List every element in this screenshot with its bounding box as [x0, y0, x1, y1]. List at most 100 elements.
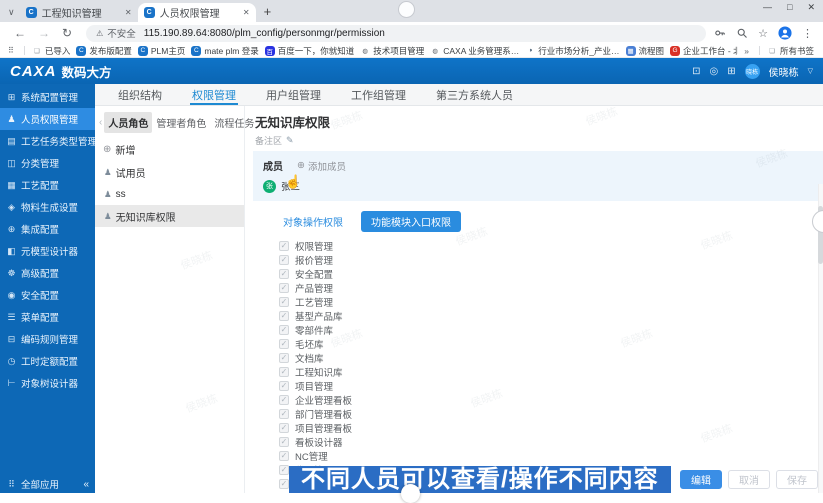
- remark-label: 备注区: [255, 134, 282, 147]
- all-apps-label[interactable]: 全部应用: [21, 477, 59, 491]
- bookmark-item[interactable]: ◍ 技术项目管理: [360, 45, 424, 57]
- checkbox-checked-disabled[interactable]: ✓: [279, 339, 289, 349]
- tab-close-icon[interactable]: ✕: [125, 8, 132, 17]
- role-subtab[interactable]: 管理者角色: [152, 112, 210, 133]
- sidebar-item[interactable]: ◷ 工时定额配置: [0, 350, 95, 372]
- footer-button[interactable]: 取消: [728, 470, 770, 489]
- sidebar-item[interactable]: ◉ 安全配置: [0, 284, 95, 306]
- role-list-item[interactable]: ♟ 试用员: [95, 161, 244, 183]
- help-icon[interactable]: ◎: [709, 66, 718, 77]
- tab-close-icon[interactable]: ✕: [243, 8, 250, 17]
- check-icon: ✓: [281, 466, 288, 474]
- add-app-icon[interactable]: ⊞: [727, 66, 735, 77]
- sidebar-item[interactable]: ♟ 人员权限管理: [0, 108, 95, 130]
- bookmark-item[interactable]: C 发布版配置: [76, 45, 132, 57]
- checkbox-checked-disabled[interactable]: ✓: [279, 311, 289, 321]
- sidebar-item[interactable]: ☰ 菜单配置: [0, 306, 95, 328]
- sidebar-item-label: 编码规则管理: [21, 332, 78, 346]
- sidebar-item[interactable]: ⊞ 系统配置管理: [0, 86, 95, 108]
- checkbox-checked-disabled[interactable]: ✓: [279, 437, 289, 447]
- edit-remark-icon[interactable]: ✎: [286, 135, 294, 146]
- not-secure-label: 不安全: [107, 26, 136, 40]
- checkbox-checked-disabled[interactable]: ✓: [279, 353, 289, 363]
- profile-avatar-icon[interactable]: [778, 26, 792, 40]
- user-avatar[interactable]: 晓栋: [745, 64, 760, 79]
- bookmark-star-icon[interactable]: ☆: [758, 27, 768, 40]
- main-tab[interactable]: 工作组管理: [336, 84, 421, 105]
- add-member-button[interactable]: ⊕ 添加成员: [297, 159, 346, 173]
- add-role-button[interactable]: ⊕ 新增: [95, 138, 244, 161]
- sidebar-item[interactable]: ▦ 工艺配置: [0, 174, 95, 196]
- bookmark-item[interactable]: ◍ CAXA 业务管理系…: [430, 45, 519, 57]
- member-item[interactable]: 张 张三: [263, 179, 813, 193]
- main-tab[interactable]: 权限管理: [177, 84, 251, 105]
- checkbox-checked-disabled[interactable]: ✓: [279, 465, 289, 475]
- window-close-button[interactable]: ✕: [807, 2, 815, 13]
- footer-button[interactable]: 保存: [776, 470, 818, 489]
- sidebar-item[interactable]: ⊕ 集成配置: [0, 218, 95, 240]
- main-tab[interactable]: 第三方系统人员: [421, 84, 528, 105]
- sidebar-item[interactable]: ▤ 工艺任务类型管理: [0, 130, 95, 152]
- collapse-sidebar-icon[interactable]: «: [83, 479, 89, 490]
- checkbox-checked-disabled[interactable]: ✓: [279, 395, 289, 405]
- checkbox-checked-disabled[interactable]: ✓: [279, 423, 289, 433]
- zoom-icon[interactable]: [736, 27, 748, 39]
- bookmark-item[interactable]: ▦ 流程图: [626, 45, 665, 57]
- checkbox-checked-disabled[interactable]: ✓: [279, 325, 289, 335]
- checkbox-checked-disabled[interactable]: ✓: [279, 269, 289, 279]
- role-subtab[interactable]: 人员角色: [104, 112, 152, 133]
- sidebar-item[interactable]: ◈ 物料生成设置: [0, 196, 95, 218]
- checkbox-checked-disabled[interactable]: ✓: [279, 241, 289, 251]
- role-list-item[interactable]: ♟ ss: [95, 183, 244, 205]
- tab-search-icon[interactable]: ∨: [8, 7, 15, 18]
- checkbox-checked-disabled[interactable]: ✓: [279, 479, 289, 489]
- bookmarks-overflow-icon[interactable]: »: [744, 46, 749, 56]
- bookmark-favicon-icon: ▦: [626, 46, 636, 56]
- sidebar-item[interactable]: ⊢ 对象树设计器: [0, 372, 95, 394]
- apps-grid-icon[interactable]: ⠿: [8, 46, 14, 55]
- browser-tab[interactable]: C 工程知识管理 ✕: [20, 3, 138, 22]
- bookmark-item[interactable]: C mate plm 登录: [191, 45, 258, 57]
- bookmark-item[interactable]: 百 百度一下，你就知道: [265, 45, 355, 57]
- checkbox-checked-disabled[interactable]: ✓: [279, 381, 289, 391]
- window-minimize-button[interactable]: —: [763, 2, 772, 13]
- sidebar-item[interactable]: ◧ 元模型设计器: [0, 240, 95, 262]
- user-name[interactable]: 侯晓栋: [769, 64, 799, 79]
- bookmark-item[interactable]: C PLM主页: [138, 45, 185, 57]
- checkbox-checked-disabled[interactable]: ✓: [279, 297, 289, 307]
- bookmark-item[interactable]: ◑ 行业市场分析_产业…: [525, 45, 619, 57]
- main-tab-label: 工作组管理: [351, 87, 406, 103]
- permission-tab[interactable]: 功能模块入口权限: [361, 211, 461, 232]
- footer-button[interactable]: 编辑: [680, 470, 722, 489]
- browser-menu-icon[interactable]: ⋮: [802, 27, 813, 40]
- bookmark-item[interactable]: ❏ 已导入: [32, 45, 71, 57]
- browser-tab[interactable]: C 人员权限管理 ✕: [138, 3, 256, 22]
- back-icon[interactable]: ←: [14, 26, 26, 40]
- refresh-icon[interactable]: ↻: [62, 26, 72, 40]
- sidebar-item[interactable]: ⊟ 编码规则管理: [0, 328, 95, 350]
- role-list-item[interactable]: ♟ 无知识库权限: [95, 205, 244, 227]
- forward-icon[interactable]: →: [38, 26, 50, 40]
- bookmark-item[interactable]: G 企业工作台 - 北京…: [670, 45, 738, 57]
- main-tab[interactable]: 组织结构: [103, 84, 177, 105]
- window-controls: — □ ✕: [763, 2, 815, 13]
- url-input[interactable]: ⚠ 不安全 115.190.89.64:8080/plm_config/pers…: [86, 25, 706, 42]
- checkbox-checked-disabled[interactable]: ✓: [279, 451, 289, 461]
- window-maximize-button[interactable]: □: [787, 2, 792, 13]
- checkbox-checked-disabled[interactable]: ✓: [279, 367, 289, 377]
- main-tab[interactable]: 用户组管理: [251, 84, 336, 105]
- sidebar-item[interactable]: ◫ 分类管理: [0, 152, 95, 174]
- chevron-down-icon[interactable]: ▽: [808, 67, 813, 75]
- all-bookmarks-button[interactable]: ❏ 所有书签: [767, 45, 814, 57]
- new-tab-button[interactable]: +: [264, 4, 272, 19]
- prev-icon[interactable]: ‹: [99, 117, 102, 128]
- password-key-icon[interactable]: [714, 27, 726, 39]
- checkbox-checked-disabled[interactable]: ✓: [279, 255, 289, 265]
- permission-tab[interactable]: 对象操作权限: [277, 211, 349, 232]
- message-icon[interactable]: ⊡: [692, 66, 700, 77]
- permission-label: 项目管理: [295, 379, 333, 393]
- checkbox-checked-disabled[interactable]: ✓: [279, 409, 289, 419]
- recording-bubble: [398, 1, 415, 18]
- checkbox-checked-disabled[interactable]: ✓: [279, 283, 289, 293]
- sidebar-item[interactable]: ☸ 高级配置: [0, 262, 95, 284]
